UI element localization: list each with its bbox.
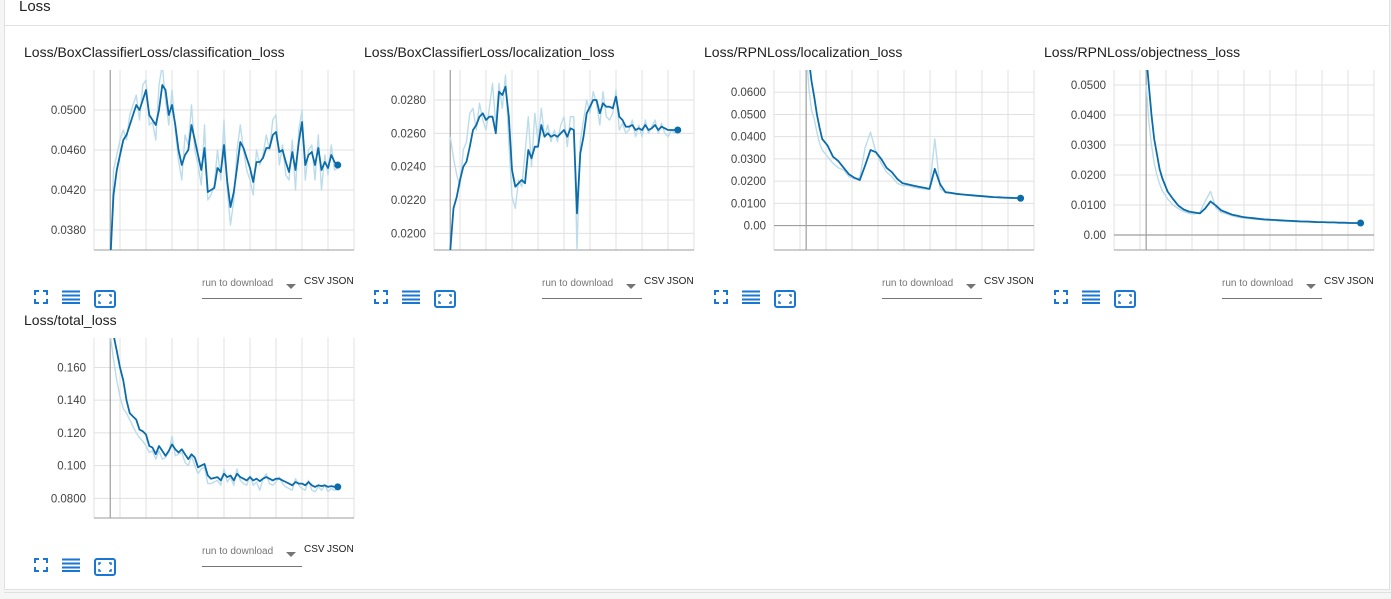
y-tick-label: 0.0240 — [391, 162, 426, 174]
y-tick-label: 0.0220 — [391, 195, 426, 207]
y-tick-label: 0.0200 — [391, 228, 426, 240]
download-csv-link[interactable]: CSV — [644, 276, 665, 287]
y-tick-label: 0.0800 — [51, 493, 86, 505]
fit-domain-button[interactable] — [1114, 270, 1136, 308]
chart-card: Loss/BoxClassifierLoss/classification_lo… — [24, 44, 364, 312]
last-point-marker — [1357, 219, 1365, 227]
chart-card: Loss/total_loss 0.0800 0.100 0.120 0.140 0.16… — [24, 312, 364, 580]
run-download-placeholder: run to download — [882, 278, 954, 289]
download-csv-link[interactable]: CSV — [304, 276, 325, 287]
chart-toolbar: run to download CSV JSON — [1054, 270, 1384, 308]
y-tick-label: 0.140 — [57, 395, 86, 407]
run-download-placeholder: run to download — [202, 546, 274, 557]
dropdown-arrow-icon — [626, 284, 636, 289]
y-tick-label: 0.0460 — [51, 145, 86, 157]
y-tick-label: 0.0380 — [51, 225, 86, 237]
chart-toolbar: run to download CSV JSON — [34, 538, 364, 576]
raw-series-line — [1145, 84, 1361, 224]
dropdown-arrow-icon — [966, 284, 976, 289]
section-title: Loss — [19, 0, 51, 15]
y-tick-label: 0.0280 — [391, 95, 426, 107]
chart-title: Loss/BoxClassifierLoss/localization_loss — [364, 44, 615, 60]
run-download-placeholder: run to download — [202, 278, 274, 289]
toggle-log-scale-button[interactable] — [62, 270, 84, 304]
expand-chart-button[interactable] — [1054, 270, 1076, 304]
fit-domain-button[interactable] — [94, 538, 116, 576]
run-download-select[interactable]: run to download — [542, 276, 642, 299]
chart-card: Loss/BoxClassifierLoss/localization_loss… — [364, 44, 704, 312]
chart-plot[interactable]: 0.00 0.0100 0.0200 0.0300 0.0400 0.0500 — [1044, 64, 1384, 254]
expand-chart-button[interactable] — [34, 538, 56, 572]
download-csv-link[interactable]: CSV — [984, 276, 1005, 287]
last-point-marker — [334, 161, 342, 169]
section-divider — [5, 25, 1389, 26]
y-tick-label: 0.100 — [57, 461, 86, 473]
fit-domain-button[interactable] — [94, 270, 116, 308]
y-tick-label: 0.120 — [57, 428, 86, 440]
download-csv-link[interactable]: CSV — [304, 544, 325, 555]
chart-card: Loss/RPNLoss/localization_loss 0.00 0.0100… — [704, 44, 1044, 312]
y-tick-label: 0.0100 — [731, 198, 766, 210]
download-json-link[interactable]: JSON — [327, 276, 354, 287]
run-download-select[interactable]: run to download — [1222, 276, 1322, 299]
toggle-log-scale-button[interactable] — [402, 270, 424, 304]
download-json-link[interactable]: JSON — [327, 544, 354, 555]
y-tick-label: 0.0300 — [731, 154, 766, 166]
run-download-select[interactable]: run to download — [202, 544, 302, 567]
last-point-marker — [1017, 194, 1025, 202]
y-tick-label: 0.0600 — [731, 87, 766, 99]
y-tick-label: 0.160 — [57, 362, 86, 374]
y-tick-label: 0.0300 — [1071, 140, 1106, 152]
expand-chart-button[interactable] — [374, 270, 396, 304]
fit-domain-button[interactable] — [434, 270, 456, 308]
y-tick-label: 0.0100 — [1071, 200, 1106, 212]
chart-plot[interactable]: 0.0380 0.0420 0.0460 0.0500 — [24, 64, 364, 254]
fit-domain-button[interactable] — [774, 270, 796, 308]
chart-title: Loss/BoxClassifierLoss/classification_lo… — [24, 44, 285, 60]
chart-toolbar: run to download CSV JSON — [34, 270, 364, 308]
chart-title: Loss/RPNLoss/localization_loss — [704, 44, 903, 60]
chart-card: Loss/RPNLoss/objectness_loss 0.00 0.0100 0.… — [1044, 44, 1384, 312]
last-point-marker — [334, 483, 342, 491]
bottom-divider — [4, 592, 1391, 593]
y-tick-label: 0.0420 — [51, 185, 86, 197]
y-tick-label: 0.0400 — [1071, 110, 1106, 122]
chart-title: Loss/RPNLoss/objectness_loss — [1044, 44, 1241, 60]
download-csv-link[interactable]: CSV — [1324, 276, 1345, 287]
y-tick-label: 0.0500 — [51, 105, 86, 117]
run-download-select[interactable]: run to download — [882, 276, 982, 299]
download-json-link[interactable]: JSON — [667, 276, 694, 287]
y-tick-label: 0.0260 — [391, 128, 426, 140]
y-tick-label: 0.0500 — [731, 109, 766, 121]
run-download-select[interactable]: run to download — [202, 276, 302, 299]
download-json-link[interactable]: JSON — [1007, 276, 1034, 287]
expand-chart-button[interactable] — [714, 270, 736, 304]
run-download-placeholder: run to download — [1222, 278, 1294, 289]
chart-toolbar: run to download CSV JSON — [714, 270, 1044, 308]
raw-series-line — [806, 70, 1021, 200]
smoothed-series-line — [1146, 70, 1361, 224]
chart-plot[interactable]: 0.0200 0.0220 0.0240 0.0260 0.0280 — [364, 64, 704, 254]
last-point-marker — [674, 126, 682, 134]
chart-toolbar: run to download CSV JSON — [374, 270, 704, 308]
chart-plot[interactable]: 0.0800 0.100 0.120 0.140 0.160 — [24, 332, 364, 522]
toggle-log-scale-button[interactable] — [742, 270, 764, 304]
toggle-log-scale-button[interactable] — [1082, 270, 1104, 304]
dropdown-arrow-icon — [1306, 284, 1316, 289]
dropdown-arrow-icon — [286, 284, 296, 289]
run-download-placeholder: run to download — [542, 278, 614, 289]
chart-title: Loss/total_loss — [24, 312, 117, 328]
y-tick-label: 0.0500 — [1071, 80, 1106, 92]
y-tick-label: 0.0200 — [731, 176, 766, 188]
chart-plot[interactable]: 0.00 0.0100 0.0200 0.0300 0.0400 0.0500 0.0600 — [704, 64, 1044, 254]
dropdown-arrow-icon — [286, 552, 296, 557]
y-tick-label: 0.00 — [744, 221, 766, 233]
y-tick-label: 0.0400 — [731, 132, 766, 144]
download-json-link[interactable]: JSON — [1347, 276, 1374, 287]
y-tick-label: 0.0200 — [1071, 170, 1106, 182]
expand-chart-button[interactable] — [34, 270, 56, 304]
y-tick-label: 0.00 — [1084, 230, 1106, 242]
toggle-log-scale-button[interactable] — [62, 538, 84, 572]
